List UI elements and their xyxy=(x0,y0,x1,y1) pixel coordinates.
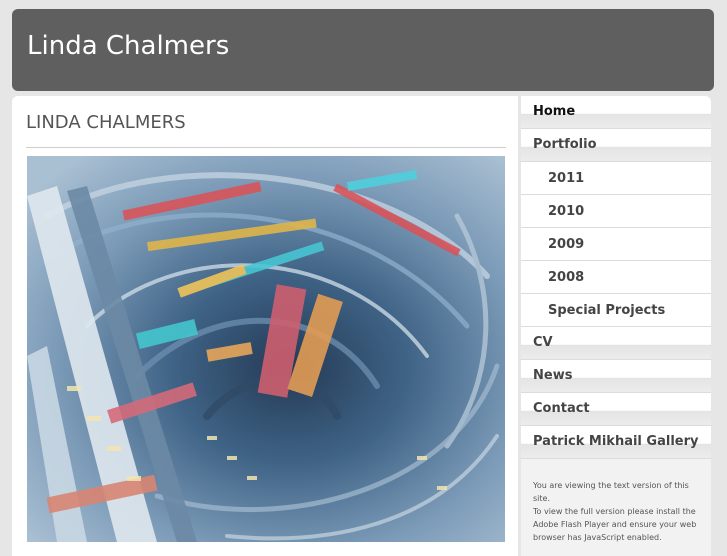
nav-portfolio[interactable]: Portfolio xyxy=(521,129,711,162)
nav-contact[interactable]: Contact xyxy=(521,393,711,426)
nav-2008[interactable]: 2008 xyxy=(521,261,711,294)
nav-label: 2009 xyxy=(548,237,585,252)
nav-label: Patrick Mikhail Gallery xyxy=(533,434,699,449)
nav-special-projects[interactable]: Special Projects xyxy=(521,294,711,327)
site-title[interactable]: Linda Chalmers xyxy=(27,31,229,61)
nav-2011[interactable]: 2011 xyxy=(521,162,711,195)
flash-notice-line2: To view the full version please install … xyxy=(533,507,697,542)
flash-notice-line1: You are viewing the text version of this… xyxy=(533,481,689,503)
nav-label: CV xyxy=(533,335,553,350)
main-content: LINDA CHALMERS xyxy=(12,96,518,556)
nav-2009[interactable]: 2009 xyxy=(521,228,711,261)
title-divider xyxy=(26,147,506,148)
sidebar-nav: Home Portfolio 2011 2010 2009 2008 Speci… xyxy=(521,96,711,556)
nav-patrick-mikhail-gallery[interactable]: Patrick Mikhail Gallery xyxy=(521,426,711,459)
artwork-painting xyxy=(27,156,505,542)
nav-label: Portfolio xyxy=(533,137,597,152)
nav-2010[interactable]: 2010 xyxy=(521,195,711,228)
artwork-image xyxy=(27,156,505,542)
nav-label: News xyxy=(533,368,573,383)
page-title: LINDA CHALMERS xyxy=(26,112,186,133)
nav-label: 2010 xyxy=(548,204,585,219)
nav-label: Home xyxy=(533,104,576,119)
site-header: Linda Chalmers xyxy=(12,9,714,91)
flash-notice: You are viewing the text version of this… xyxy=(533,479,703,544)
nav-label: Contact xyxy=(533,401,590,416)
nav-news[interactable]: News xyxy=(521,360,711,393)
nav-label: 2011 xyxy=(548,171,585,186)
nav-home[interactable]: Home xyxy=(521,96,711,129)
nav-label: 2008 xyxy=(548,270,585,285)
nav-cv[interactable]: CV xyxy=(521,327,711,360)
nav-label: Special Projects xyxy=(548,303,666,318)
